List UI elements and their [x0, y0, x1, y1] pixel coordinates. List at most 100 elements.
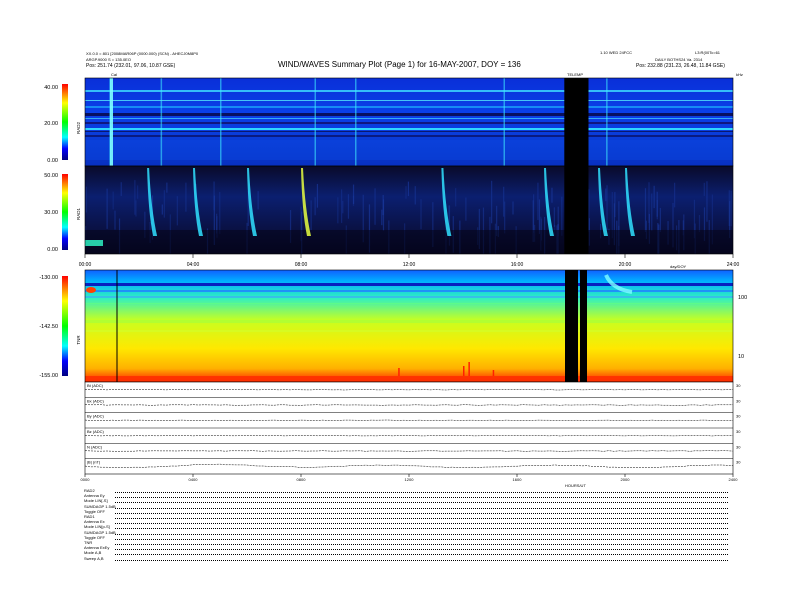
instrument-setting-dotline	[115, 502, 728, 504]
rad1-streak	[728, 190, 730, 226]
rad1-streak	[120, 182, 122, 196]
rad1-streak	[703, 182, 705, 196]
tnr-background	[85, 270, 733, 382]
tnr-event-3	[492, 370, 495, 376]
instrument-setting-dotline	[115, 497, 728, 499]
rad1-streak	[653, 185, 655, 209]
rad1-streak	[219, 191, 221, 234]
tnr-tick-top: -130.00	[39, 275, 58, 281]
rad1-streak	[337, 197, 339, 224]
rad1-streak	[374, 188, 376, 225]
mag-row-scale: 30	[736, 444, 741, 449]
magnetometer-panel: Bt (ADC) 30 Bx (ADC) 30 By (ADC) 30 Bz (ADC) 30…	[84, 381, 741, 475]
mag-row-scale: 30	[736, 460, 741, 465]
instrument-setting-dotline	[115, 528, 728, 530]
time-tick-label: 16:00	[511, 262, 524, 268]
mag-row-label: Bz (ADC)	[87, 429, 105, 434]
rad2-cal-line	[110, 78, 113, 166]
tnr-data-gap-1	[565, 270, 578, 382]
rad1-streak	[314, 197, 316, 216]
mag-row-scale: 30	[736, 398, 741, 403]
rad1-streak	[465, 197, 467, 221]
rad1-streak	[134, 180, 136, 215]
rad2-burst-5	[503, 78, 505, 166]
rad2-burst-1	[160, 78, 163, 166]
rad1-streak	[106, 188, 108, 229]
rad2-tick-bottom: 0.00	[47, 158, 58, 164]
instrument-setting-dotline	[115, 544, 728, 545]
instrument-setting-dotline	[115, 523, 728, 525]
rad2-burst-2	[220, 78, 222, 166]
time-tick-label: 04:00	[187, 262, 200, 268]
tnr-event-2	[468, 362, 470, 376]
rad1-streak	[561, 196, 563, 236]
mag-row-scale: 30	[736, 429, 741, 434]
rad2-colorbar	[62, 84, 68, 160]
tnr-tick-bottom: -155.00	[39, 373, 58, 379]
rad1-streak	[674, 182, 676, 208]
rad1-streak	[137, 185, 139, 199]
rad1-streak	[135, 200, 137, 217]
rad1-streak	[491, 180, 493, 224]
time-axis-unit: day/DOY	[670, 264, 687, 269]
time-tick-label: 24:00	[727, 262, 740, 268]
time-tick-label: 20:00	[619, 262, 632, 268]
mag-row-label: Bt (ADC)	[87, 383, 104, 388]
rad1-streak	[310, 200, 312, 231]
bottom-axis: 0000 0400 0800 1200 1600 2000 2400	[81, 474, 739, 482]
instrument-setting-row: Sweep A,B	[84, 555, 104, 561]
instrument-setting-dotline	[115, 538, 728, 540]
instrument-setting-dotline	[115, 507, 728, 509]
bottom-tick-label: 0000	[81, 477, 91, 482]
rad1-streak	[382, 199, 385, 231]
rad1-streak	[114, 210, 116, 230]
rad2-burst-6	[606, 78, 608, 166]
mag-row-scale: 30	[736, 414, 741, 419]
rad1-bottom-band	[85, 230, 733, 254]
rad2-burst-4	[355, 78, 357, 166]
rad1-axis-label: RAD1	[76, 208, 81, 221]
instrument-setting-dotline	[115, 554, 728, 556]
rad1-streak	[537, 182, 539, 221]
rad1-streak	[112, 191, 114, 210]
time-axis: 00:00 04:00 08:00 12:00 16:00 20:00 24:00	[79, 254, 740, 268]
rad1-streak	[606, 185, 608, 233]
rad1-streak	[405, 186, 407, 199]
rad1-streak	[414, 186, 416, 205]
rad1-streak	[185, 182, 187, 212]
rad2-dark-band	[85, 113, 733, 116]
mag-row-label: |B| (nT)	[87, 460, 101, 465]
rad1-streak	[347, 194, 350, 219]
rad1-streak	[706, 181, 708, 222]
bottom-axis-unit: HOURS/UT	[565, 483, 586, 488]
summary-figure: Bt (ADC) 30 Bx (ADC) 30 By (ADC) 30 Bz (ADC) 30…	[39, 77, 747, 488]
tnr-panel	[85, 270, 733, 382]
rad1-streak	[166, 182, 168, 193]
rad1-streak	[730, 191, 732, 227]
rad2-axis-label: RAD2	[76, 122, 81, 135]
mag-row-scale: 30	[736, 383, 741, 388]
tnr-tick-mid: -142.50	[39, 324, 58, 330]
rad2-tick-top: 40.00	[44, 85, 58, 91]
instrument-setting-dotline	[115, 492, 728, 493]
instrument-setting-dotline	[115, 559, 728, 561]
rad1-colorbar	[62, 174, 68, 250]
tnr-data-gap-2	[580, 270, 587, 382]
tnr-event-0	[398, 368, 400, 376]
rad1-streak	[85, 186, 88, 213]
rad1-streak	[532, 194, 535, 233]
instrument-setting-dotline	[115, 549, 728, 551]
bottom-tick-label: 0400	[189, 477, 199, 482]
mag-row-label: By (ADC)	[87, 414, 105, 419]
rad1-streak	[176, 196, 178, 226]
rad1-streak	[659, 207, 661, 232]
rad1-streak	[316, 183, 319, 208]
mag-row-label: N (ADC)	[87, 444, 103, 449]
rad1-streak	[538, 199, 541, 234]
bottom-tick-label: 1600	[513, 477, 523, 482]
bottom-tick-label: 2400	[729, 477, 739, 482]
tnr-event-1	[463, 366, 465, 376]
rad2-burst-3	[314, 78, 316, 166]
rad1-streak	[512, 201, 514, 215]
tnr-colorbar	[62, 276, 68, 376]
